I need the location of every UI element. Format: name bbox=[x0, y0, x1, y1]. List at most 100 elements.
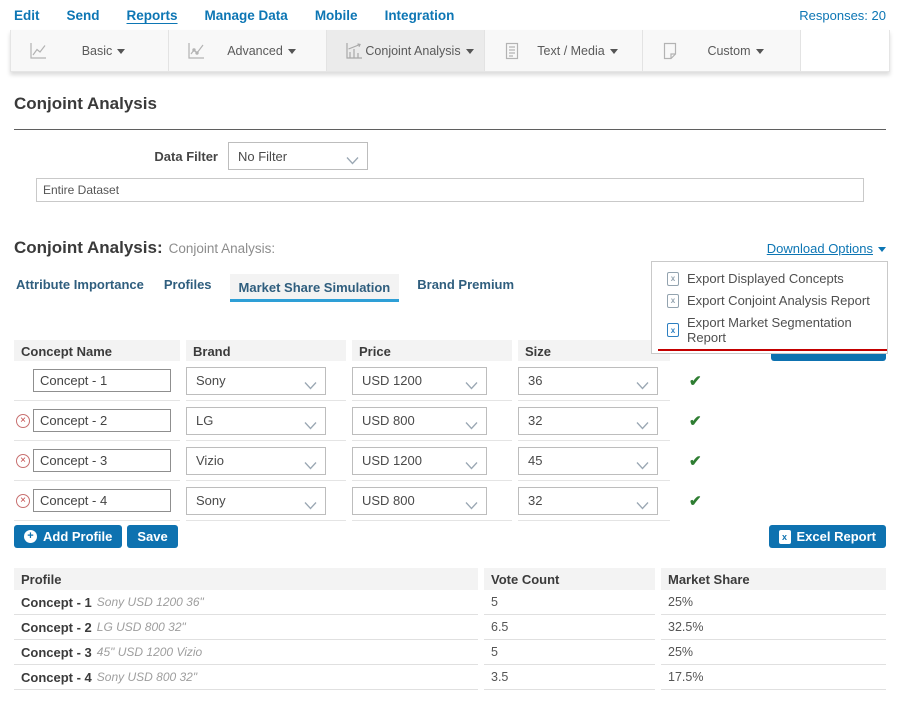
header-price: Price bbox=[352, 340, 512, 361]
toolbar-spacer bbox=[801, 30, 889, 71]
concept-name-input[interactable] bbox=[33, 409, 171, 432]
tab-profiles[interactable]: Profiles bbox=[162, 271, 214, 302]
chevron-down-icon bbox=[288, 49, 296, 54]
brand-select[interactable]: LG bbox=[186, 407, 326, 435]
tab-attribute-importance[interactable]: Attribute Importance bbox=[14, 271, 146, 302]
chevron-down-icon bbox=[465, 498, 478, 513]
valid-check-icon: ✔ bbox=[689, 372, 702, 390]
chevron-down-icon bbox=[636, 498, 649, 513]
nav-item-manage-data[interactable]: Manage Data bbox=[205, 8, 288, 23]
vote-count-value: 3.5 bbox=[484, 665, 655, 690]
size-select[interactable]: 32 bbox=[518, 407, 658, 435]
concept-row: × Vizio USD 1200 45 ✔ bbox=[14, 441, 886, 481]
nav-item-reports[interactable]: Reports bbox=[127, 8, 178, 23]
valid-check-icon: ✔ bbox=[689, 412, 702, 430]
toolbar-label: Text / Media bbox=[537, 44, 604, 58]
delete-concept-icon[interactable]: × bbox=[16, 494, 30, 508]
add-profile-button[interactable]: + Add Profile bbox=[14, 525, 122, 548]
multi-line-chart-icon bbox=[185, 40, 207, 62]
market-share-value: 32.5% bbox=[661, 615, 886, 640]
section-header: Conjoint Analysis: Conjoint Analysis: Do… bbox=[14, 238, 886, 258]
size-select[interactable]: 45 bbox=[518, 447, 658, 475]
profile-description: LG USD 800 32" bbox=[97, 620, 186, 634]
header-market-share: Market Share bbox=[661, 568, 886, 590]
header-profile: Profile bbox=[14, 568, 478, 590]
page-title: Conjoint Analysis bbox=[14, 94, 886, 114]
brand-select[interactable]: Sony bbox=[186, 487, 326, 515]
brand-select[interactable]: Sony bbox=[186, 367, 326, 395]
concept-row: × Sony USD 800 32 ✔ bbox=[14, 481, 886, 521]
header-brand: Brand bbox=[186, 340, 346, 361]
profile-description: 45" USD 1200 Vizio bbox=[97, 645, 202, 659]
concept-name-input[interactable] bbox=[33, 449, 171, 472]
excel-file-icon: x bbox=[667, 323, 679, 337]
chevron-down-icon bbox=[304, 418, 317, 433]
header-size: Size bbox=[518, 340, 670, 361]
price-select[interactable]: USD 800 bbox=[352, 487, 487, 515]
profile-name: Concept - 3 bbox=[21, 645, 92, 660]
top-navigation: Edit Send Reports Manage Data Mobile Int… bbox=[0, 0, 900, 30]
menu-item-export-displayed-concepts[interactable]: x Export Displayed Concepts bbox=[652, 268, 887, 290]
chevron-down-icon bbox=[610, 49, 618, 54]
divider bbox=[14, 129, 886, 130]
price-select[interactable]: USD 800 bbox=[352, 407, 487, 435]
chevron-down-icon bbox=[466, 49, 474, 54]
toolbar-item-custom[interactable]: Custom bbox=[643, 30, 801, 71]
delete-concept-icon[interactable]: × bbox=[16, 454, 30, 468]
concept-name-input[interactable] bbox=[33, 489, 171, 512]
plus-icon: + bbox=[24, 530, 37, 543]
size-select[interactable]: 32 bbox=[518, 487, 658, 515]
menu-item-export-market-segmentation-report[interactable]: x Export Market Segmentation Report bbox=[652, 312, 887, 349]
save-button[interactable]: Save bbox=[127, 525, 177, 548]
nav-links: Edit Send Reports Manage Data Mobile Int… bbox=[14, 8, 454, 23]
size-select[interactable]: 36 bbox=[518, 367, 658, 395]
nav-item-integration[interactable]: Integration bbox=[385, 8, 455, 23]
download-options-link[interactable]: Download Options bbox=[767, 241, 886, 256]
profile-name: Concept - 4 bbox=[21, 670, 92, 685]
chevron-down-icon bbox=[304, 498, 317, 513]
dataset-field[interactable]: Entire Dataset bbox=[36, 178, 864, 202]
menu-item-export-conjoint-analysis-report[interactable]: x Export Conjoint Analysis Report bbox=[652, 290, 887, 312]
tab-brand-premium[interactable]: Brand Premium bbox=[415, 271, 516, 302]
excel-file-icon: x bbox=[667, 294, 679, 308]
profile-name: Concept - 2 bbox=[21, 620, 92, 635]
nav-item-edit[interactable]: Edit bbox=[14, 8, 40, 23]
toolbar-item-basic[interactable]: Basic bbox=[11, 30, 169, 71]
price-select[interactable]: USD 1200 bbox=[352, 367, 487, 395]
data-filter-label: Data Filter bbox=[14, 149, 228, 164]
section-subtitle: Conjoint Analysis: bbox=[169, 241, 276, 256]
profile-description: Sony USD 800 32" bbox=[97, 670, 197, 684]
document-icon bbox=[501, 40, 523, 62]
chevron-down-icon bbox=[465, 378, 478, 393]
chevron-down-icon bbox=[465, 458, 478, 473]
concept-name-input[interactable] bbox=[33, 369, 171, 392]
report-toolbar: Basic Advanced Conjoint Analysis Text / … bbox=[10, 30, 890, 72]
toolbar-item-advanced[interactable]: Advanced bbox=[169, 30, 327, 71]
chevron-down-icon bbox=[117, 49, 125, 54]
concepts-table: Concept Name Brand Price Size Run Simula… bbox=[14, 340, 886, 548]
chevron-down-icon bbox=[304, 458, 317, 473]
toolbar-item-conjoint-analysis[interactable]: Conjoint Analysis bbox=[327, 30, 485, 71]
toolbar-label: Conjoint Analysis bbox=[365, 44, 460, 58]
excel-file-icon: x bbox=[667, 272, 679, 286]
brand-select[interactable]: Vizio bbox=[186, 447, 326, 475]
nav-item-mobile[interactable]: Mobile bbox=[315, 8, 358, 23]
responses-count: Responses: 20 bbox=[799, 8, 886, 23]
tab-market-share-simulation[interactable]: Market Share Simulation bbox=[230, 274, 400, 302]
concepts-actions: + Add Profile Save x Excel Report bbox=[14, 525, 886, 548]
delete-concept-icon[interactable]: × bbox=[16, 414, 30, 428]
excel-report-button[interactable]: x Excel Report bbox=[769, 525, 886, 548]
toolbar-item-text-media[interactable]: Text / Media bbox=[485, 30, 643, 71]
section-title: Conjoint Analysis: bbox=[14, 238, 163, 258]
result-row: Concept - 2LG USD 800 32" 6.5 32.5% bbox=[14, 615, 886, 640]
market-share-value: 25% bbox=[661, 640, 886, 665]
bar-chart-trend-icon bbox=[343, 40, 365, 62]
data-filter-select[interactable]: No Filter bbox=[228, 142, 368, 170]
download-options-menu: x Export Displayed Concepts x Export Con… bbox=[651, 261, 888, 354]
result-row: Concept - 4Sony USD 800 32" 3.5 17.5% bbox=[14, 665, 886, 690]
price-select[interactable]: USD 1200 bbox=[352, 447, 487, 475]
toolbar-label: Advanced bbox=[227, 44, 283, 58]
vote-count-value: 5 bbox=[484, 640, 655, 665]
concept-row: × Sony USD 1200 36 ✔ bbox=[14, 361, 886, 401]
nav-item-send[interactable]: Send bbox=[67, 8, 100, 23]
